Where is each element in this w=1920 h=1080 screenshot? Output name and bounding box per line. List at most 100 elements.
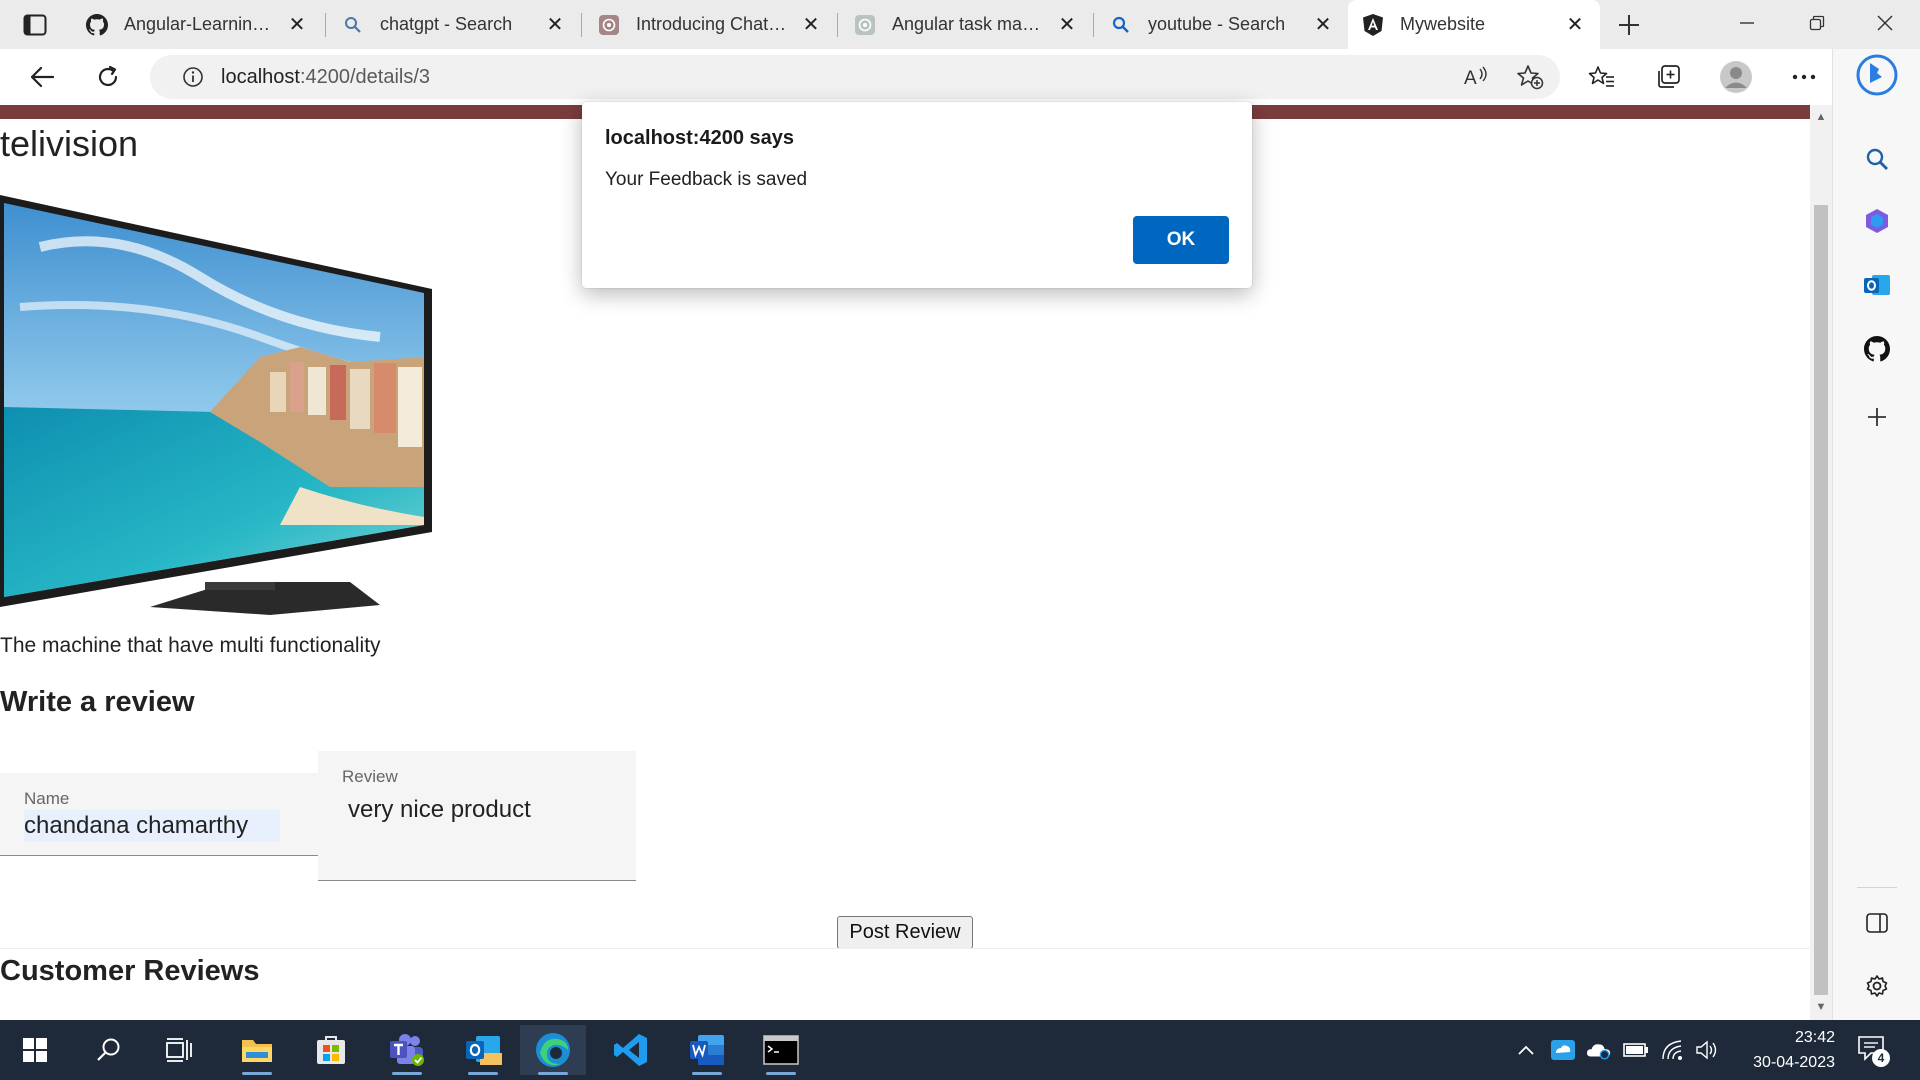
onedrive-icon bbox=[1586, 1044, 1611, 1060]
minimize-icon bbox=[1740, 22, 1754, 24]
task-view-icon bbox=[166, 1038, 192, 1062]
close-icon[interactable]: ✕ bbox=[286, 12, 308, 37]
tab-introducing-chatgpt[interactable]: Introducing ChatGPT ✕ bbox=[584, 6, 836, 43]
close-icon[interactable]: ✕ bbox=[800, 12, 822, 37]
browser-toolbar: localhost:4200/details/3 A bbox=[0, 49, 1920, 105]
onedrive-tray[interactable] bbox=[1586, 1037, 1612, 1063]
scrollbar-thumb[interactable] bbox=[1814, 205, 1828, 995]
dialog-title: localhost:4200 says bbox=[605, 127, 794, 149]
avatar-icon bbox=[1720, 61, 1752, 93]
tab-title: Introducing ChatGPT bbox=[636, 14, 792, 34]
favorites-button[interactable] bbox=[1582, 57, 1622, 97]
settings-more-button[interactable] bbox=[1784, 57, 1824, 97]
close-icon[interactable]: ✕ bbox=[1312, 12, 1334, 37]
windows-taskbar: 23:42 30-04-2023 4 bbox=[0, 1020, 1920, 1080]
file-explorer-button[interactable] bbox=[228, 1025, 286, 1075]
tab-divider bbox=[1093, 13, 1094, 37]
new-tab-button[interactable] bbox=[1612, 8, 1646, 42]
name-input[interactable]: chandana chamarthy bbox=[24, 810, 281, 842]
search-icon bbox=[97, 1038, 120, 1061]
hide-sidebar-button[interactable] bbox=[1855, 901, 1899, 945]
minimize-button[interactable] bbox=[1712, 0, 1782, 46]
tab-chatgpt-search[interactable]: chatgpt - Search ✕ bbox=[328, 6, 580, 43]
tab-mywebsite[interactable]: Mywebsite ✕ bbox=[1348, 0, 1600, 49]
edge-sidebar bbox=[1832, 49, 1920, 1020]
scroll-down-arrow-icon[interactable]: ▼ bbox=[1815, 1001, 1827, 1013]
windows-logo-icon bbox=[23, 1038, 47, 1062]
github-sidebar-button[interactable] bbox=[1855, 327, 1899, 371]
close-icon[interactable]: ✕ bbox=[1056, 12, 1078, 37]
close-icon[interactable]: ✕ bbox=[1564, 12, 1586, 37]
ok-button[interactable]: OK bbox=[1133, 216, 1229, 264]
notification-center-button[interactable]: 4 bbox=[1857, 1035, 1890, 1067]
word-button[interactable] bbox=[678, 1025, 736, 1075]
bing-chat-button[interactable] bbox=[1855, 53, 1899, 97]
volume-tray[interactable] bbox=[1694, 1037, 1720, 1063]
reload-button[interactable] bbox=[88, 57, 128, 97]
shopping-button[interactable] bbox=[1855, 199, 1899, 243]
edge-button[interactable] bbox=[520, 1025, 586, 1075]
tab-angular-task[interactable]: Angular task manag ✕ bbox=[840, 6, 1092, 43]
profile-button[interactable] bbox=[1716, 57, 1756, 97]
restore-icon bbox=[1809, 15, 1825, 31]
close-window-button[interactable] bbox=[1850, 0, 1920, 46]
clock-time: 23:42 bbox=[1794, 1029, 1835, 1046]
sidebar-settings-button[interactable] bbox=[1855, 964, 1899, 1008]
task-view-button[interactable] bbox=[150, 1025, 208, 1075]
store-icon bbox=[317, 1036, 345, 1064]
search-icon bbox=[1866, 148, 1888, 170]
system-clock[interactable]: 23:42 30-04-2023 bbox=[1735, 1025, 1835, 1075]
close-icon[interactable]: ✕ bbox=[544, 12, 566, 37]
tab-divider bbox=[837, 13, 838, 37]
taskbar-search-button[interactable] bbox=[80, 1025, 138, 1075]
outlook-sidebar-button[interactable] bbox=[1855, 263, 1899, 307]
collections-button[interactable] bbox=[1648, 57, 1688, 97]
sidebar-divider bbox=[1857, 887, 1897, 888]
tab-title: Angular task manag bbox=[892, 14, 1048, 34]
outlook-button[interactable] bbox=[454, 1025, 512, 1075]
onedrive-sync-tray[interactable] bbox=[1550, 1037, 1576, 1063]
write-review-heading: Write a review bbox=[0, 686, 195, 718]
network-tray[interactable] bbox=[1660, 1037, 1686, 1063]
scroll-up-arrow-icon[interactable]: ▲ bbox=[1815, 111, 1827, 123]
review-field[interactable]: Review very nice product bbox=[318, 751, 636, 881]
product-title: telivision bbox=[0, 123, 139, 164]
battery-tray[interactable] bbox=[1623, 1037, 1649, 1063]
site-info-icon[interactable] bbox=[173, 66, 213, 88]
page-scrollbar[interactable]: ▲ ▼ bbox=[1810, 105, 1832, 1020]
tab-angular-learning[interactable]: Angular-Learning/2( ✕ bbox=[72, 6, 322, 43]
start-button[interactable] bbox=[6, 1025, 64, 1075]
show-hidden-icons-button[interactable] bbox=[1513, 1037, 1539, 1063]
microsoft-store-button[interactable] bbox=[302, 1025, 360, 1075]
back-button[interactable] bbox=[22, 57, 62, 97]
review-label: Review bbox=[342, 767, 398, 786]
post-review-button[interactable]: Post Review bbox=[837, 916, 973, 949]
tab-actions-button[interactable] bbox=[12, 8, 57, 42]
notification-count-badge: 4 bbox=[1872, 1049, 1890, 1067]
vscode-icon bbox=[614, 1034, 647, 1066]
close-icon bbox=[1877, 15, 1893, 31]
collections-icon bbox=[1658, 65, 1680, 88]
github-icon bbox=[86, 13, 108, 36]
address-bar[interactable]: localhost:4200/details/3 A bbox=[150, 55, 1560, 99]
vscode-button[interactable] bbox=[602, 1025, 660, 1075]
name-field[interactable]: Name chandana chamarthy bbox=[0, 773, 318, 856]
openai-icon bbox=[854, 14, 876, 36]
name-label: Name bbox=[24, 789, 70, 808]
url-text[interactable]: localhost:4200/details/3 bbox=[221, 66, 430, 89]
openai-icon bbox=[598, 14, 620, 36]
add-sidebar-app-button[interactable] bbox=[1855, 395, 1899, 439]
favorites-icon bbox=[1588, 66, 1614, 87]
search-sidebar-button[interactable] bbox=[1855, 137, 1899, 181]
folder-icon bbox=[242, 1040, 272, 1062]
read-aloud-icon[interactable]: A bbox=[1464, 66, 1490, 93]
restore-button[interactable] bbox=[1782, 0, 1852, 46]
terminal-button[interactable] bbox=[752, 1025, 810, 1075]
review-textarea[interactable]: very nice product bbox=[348, 796, 531, 824]
favorite-add-icon[interactable] bbox=[1516, 64, 1544, 95]
speaker-icon bbox=[1696, 1040, 1717, 1060]
tab-youtube-search[interactable]: youtube - Search ✕ bbox=[1096, 6, 1348, 43]
outlook-icon bbox=[466, 1036, 502, 1065]
cloud-sync-icon bbox=[1551, 1040, 1575, 1060]
teams-button[interactable] bbox=[378, 1025, 436, 1075]
